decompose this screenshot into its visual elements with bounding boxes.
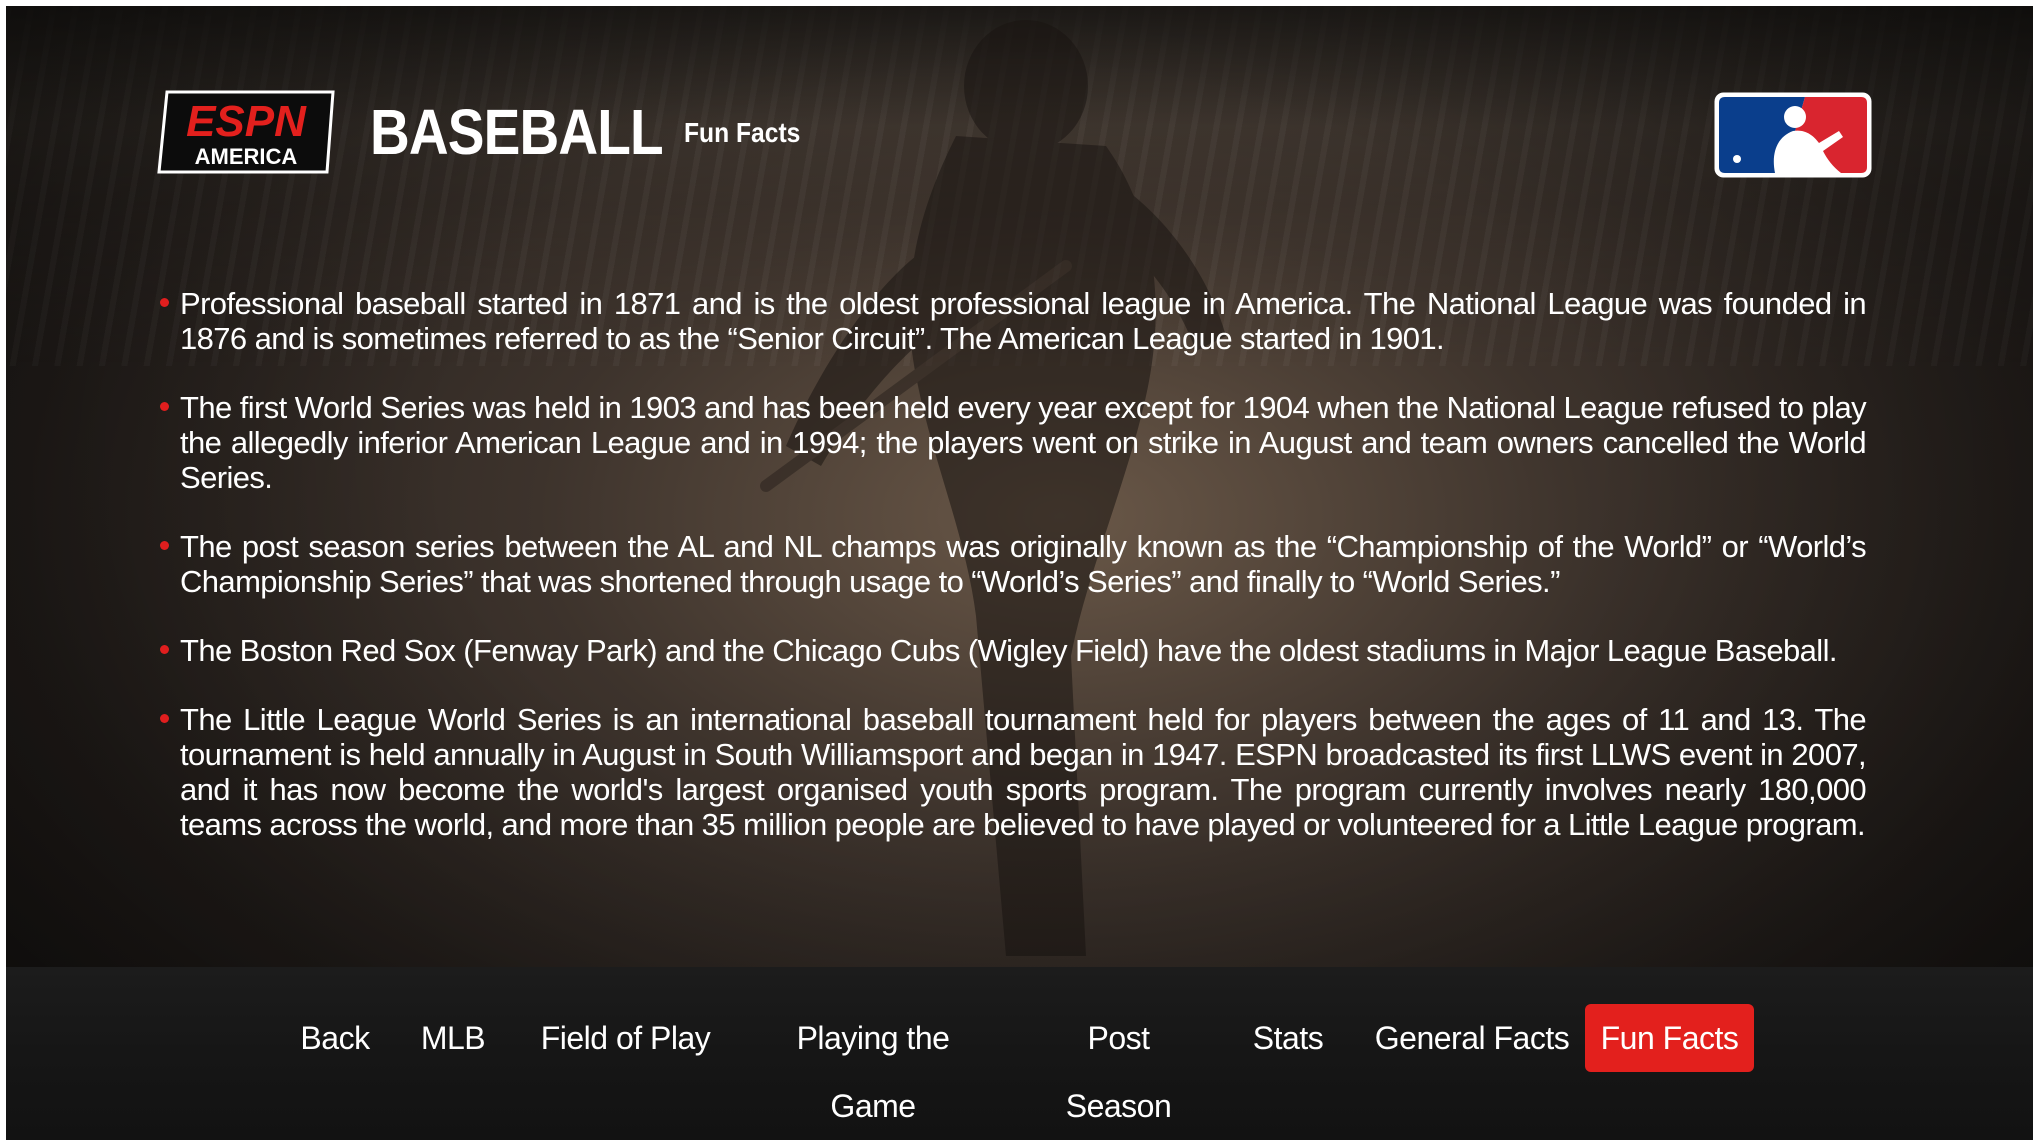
fact-item: The Boston Red Sox (Fenway Park) and the… xyxy=(156,633,1866,668)
mlb-logo xyxy=(1714,92,1872,178)
nav-item-fun-facts[interactable]: Fun Facts xyxy=(1585,1004,1754,1072)
nav-item-general-facts[interactable]: General Facts xyxy=(1372,1004,1572,1072)
fact-item: Professional baseball started in 1871 an… xyxy=(156,286,1867,356)
fun-facts-list: Professional baseball started in 1871 an… xyxy=(156,286,1867,876)
nav-item-post-season[interactable]: Post Season xyxy=(1031,1004,1206,1124)
nav-item-stats[interactable]: Stats xyxy=(1243,1004,1333,1072)
fact-item: The Little League World Series is an int… xyxy=(156,702,1867,842)
nav-back-button[interactable]: Back xyxy=(290,1004,380,1072)
fact-text: Professional baseball started in 1871 an… xyxy=(180,286,1867,356)
espn-logo-text: ESPN xyxy=(186,97,307,146)
fact-text: The Little League World Series is an int… xyxy=(180,702,1867,842)
section-subtitle: Fun Facts xyxy=(684,117,801,148)
fact-text: The Boston Red Sox (Fenway Park) and the… xyxy=(180,633,1837,668)
red-bullet-icon xyxy=(160,714,169,723)
red-bullet-icon xyxy=(160,402,169,411)
nav-item-mlb[interactable]: MLB xyxy=(413,1004,493,1072)
red-bullet-icon xyxy=(160,541,169,550)
page-title: BASEBALL xyxy=(370,96,664,168)
fact-item: The post season series between the AL an… xyxy=(156,529,1867,599)
fact-item: The first World Series was held in 1903 … xyxy=(156,390,1867,495)
nav-item-playing-the-game[interactable]: Playing the Game xyxy=(753,1004,993,1124)
red-bullet-icon xyxy=(160,298,169,307)
red-bullet-icon xyxy=(160,645,169,654)
espn-america-logo: ESPN AMERICA xyxy=(157,90,335,174)
bottom-nav-bar: Back MLB Field of Play Playing the Game … xyxy=(6,967,2033,1140)
nav-menu: Back MLB Field of Play Playing the Game … xyxy=(6,1004,2033,1124)
fact-text: The post season series between the AL an… xyxy=(180,529,1867,599)
espn-logo-subtext: AMERICA xyxy=(195,144,298,169)
nav-item-field-of-play[interactable]: Field of Play xyxy=(538,1004,713,1072)
fact-text: The first World Series was held in 1903 … xyxy=(180,390,1867,495)
